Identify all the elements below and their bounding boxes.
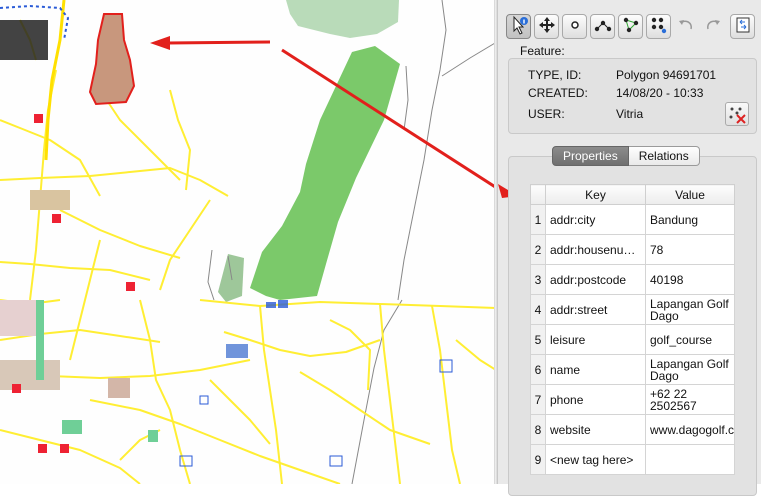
header-value[interactable]: Value: [645, 184, 735, 205]
tab-properties[interactable]: Properties: [552, 146, 629, 166]
table-row[interactable]: 3 addr:postcode 40198: [530, 264, 735, 295]
golf-course-pond-area[interactable]: [218, 254, 244, 302]
tag-value-cell[interactable]: [645, 444, 735, 475]
map-svg[interactable]: [0, 0, 496, 484]
road-network: [0, 19, 496, 484]
tag-key-cell[interactable]: name: [545, 354, 646, 385]
move-icon: [537, 15, 557, 38]
area-icon: [649, 15, 669, 38]
header-key[interactable]: Key: [545, 184, 646, 205]
tag-value-cell[interactable]: 40198: [645, 264, 735, 295]
tag-key-cell[interactable]: addr:street: [545, 294, 646, 325]
row-number: 8: [530, 414, 546, 445]
delete-feature-icon: [729, 107, 746, 124]
tag-key-cell[interactable]: <new tag here>: [545, 444, 646, 475]
download-button[interactable]: [730, 14, 755, 39]
row-number: 7: [530, 384, 546, 415]
golf-course-area[interactable]: [250, 46, 400, 300]
delete-feature-button[interactable]: [725, 102, 749, 126]
header-number: [530, 184, 546, 205]
tag-key-cell[interactable]: leisure: [545, 324, 646, 355]
tag-key-cell[interactable]: addr:postcode: [545, 264, 646, 295]
node-icon: [565, 15, 585, 38]
table-row[interactable]: 6 name Lapangan Golf Dago: [530, 354, 735, 385]
tag-value-cell[interactable]: Lapangan Golf Dago: [645, 354, 735, 385]
user-value: Vitria: [616, 107, 644, 121]
closed-way-button[interactable]: [618, 14, 643, 39]
tags-table-body: 1 addr:city Bandung 2 addr:housenumber 78 3 add…: [530, 204, 735, 475]
table-row[interactable]: 5 leisure golf_course: [530, 324, 735, 355]
move-button[interactable]: [534, 14, 559, 39]
undo-button[interactable]: [674, 14, 698, 39]
tab-bar: Properties Relations: [552, 146, 700, 166]
type-id-value: Polygon 94691701: [616, 68, 717, 82]
redo-button[interactable]: [701, 14, 725, 39]
table-row[interactable]: 1 addr:city Bandung: [530, 204, 735, 235]
way-button[interactable]: [590, 14, 615, 39]
created-value: 14/08/20 - 10:33: [616, 86, 704, 100]
type-id-label: TYPE, ID:: [528, 68, 582, 82]
table-row[interactable]: 4 addr:street Lapangan Golf Dago: [530, 294, 735, 325]
user-label: USER:: [528, 107, 565, 121]
tag-key-cell[interactable]: addr:city: [545, 204, 646, 235]
way-icon: [593, 15, 613, 38]
table-row[interactable]: 9 <new tag here>: [530, 444, 735, 475]
poi-markers: [12, 114, 135, 453]
selected-polygon[interactable]: [88, 13, 136, 106]
toolbar: [506, 14, 755, 42]
table-row[interactable]: 7 phone +62 22 2502567: [530, 384, 735, 415]
map-canvas[interactable]: [0, 0, 496, 484]
node-button[interactable]: [562, 14, 587, 39]
row-number: 5: [530, 324, 546, 355]
row-number: 4: [530, 294, 546, 325]
closed-way-icon: [621, 15, 641, 38]
tag-key-cell[interactable]: addr:housenumber: [545, 234, 646, 265]
tag-value-cell[interactable]: Bandung: [645, 204, 735, 235]
tag-value-cell[interactable]: Lapangan Golf Dago: [645, 294, 735, 325]
tag-value-cell[interactable]: www.dagogolf.com: [645, 414, 735, 445]
download-icon: [733, 15, 753, 38]
select-info-button[interactable]: [506, 14, 531, 39]
tag-key-cell[interactable]: phone: [545, 384, 646, 415]
row-number: 2: [530, 234, 546, 265]
tab-relations[interactable]: Relations: [628, 146, 700, 166]
undo-icon: [676, 15, 696, 38]
row-number: 3: [530, 264, 546, 295]
table-row[interactable]: 2 addr:housenumber 78: [530, 234, 735, 265]
feature-panel: Feature: TYPE, ID: Polygon 94691701 CREA…: [498, 0, 761, 496]
select-info-icon: [509, 15, 529, 38]
area-button[interactable]: [646, 14, 671, 39]
row-number: 9: [530, 444, 546, 475]
row-number: 6: [530, 354, 546, 385]
row-number: 1: [530, 204, 546, 235]
tag-key-cell[interactable]: website: [545, 414, 646, 445]
tags-table: Key Value 1 addr:city Bandung 2 addr:housenu…: [530, 184, 735, 475]
feature-info-box: TYPE, ID: Polygon 94691701 CREATED: 14/0…: [508, 58, 757, 134]
tag-value-cell[interactable]: 78: [645, 234, 735, 265]
tag-value-cell[interactable]: golf_course: [645, 324, 735, 355]
created-label: CREATED:: [528, 86, 588, 100]
golf-course-light-area[interactable]: [286, 0, 399, 38]
table-row[interactable]: 8websitewww.dagogolf.com: [530, 414, 735, 445]
tag-value-cell[interactable]: +62 22 2502567: [645, 384, 735, 415]
redo-icon: [703, 15, 723, 38]
feature-title: Feature:: [520, 44, 565, 58]
table-header-row: Key Value: [530, 184, 735, 205]
